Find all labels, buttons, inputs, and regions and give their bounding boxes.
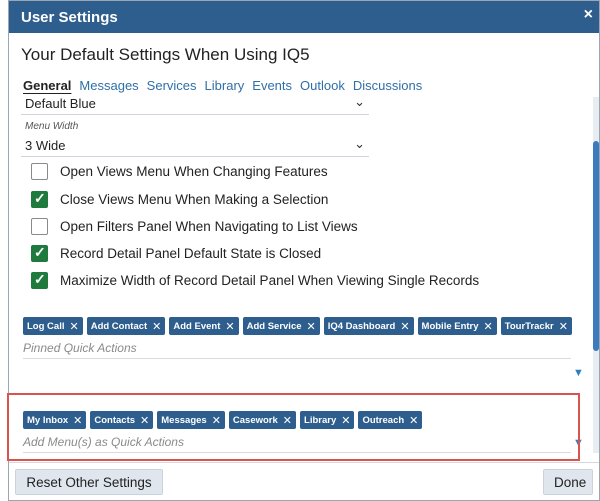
dialog-title: User Settings: [21, 9, 118, 26]
remove-icon[interactable]: ✕: [225, 320, 234, 333]
tab-outlook[interactable]: Outlook: [300, 78, 345, 93]
checkbox-close-views-menu[interactable]: Close Views Menu When Making a Selection: [31, 190, 329, 208]
remove-icon[interactable]: ✕: [69, 320, 78, 333]
checkbox-label: Close Views Menu When Making a Selection: [60, 192, 329, 207]
menu-width-select[interactable]: 3 Wide ⌄: [21, 135, 369, 157]
dialog-titlebar: User Settings ×: [9, 1, 599, 33]
done-button[interactable]: Done: [543, 469, 593, 495]
checkbox-maximize-width[interactable]: Maximize Width of Record Detail Panel Wh…: [31, 271, 480, 289]
tab-messages[interactable]: Messages: [79, 78, 138, 93]
dropdown-triangle-icon[interactable]: ▼: [573, 367, 584, 379]
pinned-chip-list: Log Call ✕ Add Contact ✕ Add Event ✕ Add Se…: [23, 317, 579, 335]
checkbox-open-views-menu[interactable]: Open Views Menu When Changing Features: [31, 163, 328, 180]
checkbox-checked-icon[interactable]: [31, 271, 48, 289]
chip-label: Add Service: [246, 320, 302, 332]
chip: TourTrackr ✕: [500, 317, 572, 335]
checkbox-open-filters-panel[interactable]: Open Filters Panel When Navigating to Li…: [31, 218, 358, 235]
checkbox-label: Maximize Width of Record Detail Panel Wh…: [60, 273, 480, 288]
chip-label: Add Contact: [90, 320, 148, 332]
chip: Add Service ✕: [242, 317, 320, 335]
checkbox-label: Open Views Menu When Changing Features: [60, 164, 328, 179]
pinned-quick-actions-placeholder: Pinned Quick Actions: [23, 341, 137, 355]
chip: IQ4 Dashboard ✕: [323, 317, 414, 335]
theme-select[interactable]: Default Blue ⌄: [21, 95, 369, 115]
tab-general[interactable]: General: [23, 78, 71, 93]
theme-select-value: Default Blue: [25, 96, 96, 111]
tab-services[interactable]: Services: [147, 78, 197, 93]
checkbox-label: Record Detail Panel Default State is Clo…: [60, 246, 322, 261]
checkbox-label: Open Filters Panel When Navigating to Li…: [60, 219, 358, 234]
tab-events[interactable]: Events: [252, 78, 292, 93]
highlight-box: [7, 393, 580, 461]
chevron-down-icon: ⌄: [354, 136, 365, 151]
chip: Mobile Entry ✕: [417, 317, 497, 335]
remove-icon[interactable]: ✕: [484, 320, 493, 333]
chip: Log Call ✕: [23, 317, 83, 335]
remove-icon[interactable]: ✕: [307, 320, 316, 333]
chip-label: Mobile Entry: [421, 320, 479, 332]
menu-width-label: Menu Width: [25, 121, 79, 132]
tab-discussions[interactable]: Discussions: [353, 78, 422, 93]
divider: [23, 358, 571, 359]
chip: Add Event ✕: [169, 317, 239, 335]
checkbox-checked-icon[interactable]: [31, 190, 48, 208]
page-title: Your Default Settings When Using IQ5: [21, 45, 310, 64]
checkbox-checked-icon[interactable]: [31, 244, 48, 262]
checkbox-record-detail-closed[interactable]: Record Detail Panel Default State is Clo…: [31, 244, 322, 262]
chip: Add Contact ✕: [86, 317, 166, 335]
checkbox-icon[interactable]: [31, 218, 48, 235]
reset-other-settings-button[interactable]: Reset Other Settings: [15, 469, 163, 495]
chip-label: Log Call: [27, 320, 65, 332]
tab-library[interactable]: Library: [205, 78, 245, 93]
chip-label: Add Event: [173, 320, 221, 332]
remove-icon[interactable]: ✕: [400, 320, 409, 333]
settings-tabs: General Messages Services Library Events…: [23, 78, 422, 93]
chip-label: TourTrackr: [504, 320, 554, 332]
remove-icon[interactable]: ✕: [152, 320, 161, 333]
dialog-footer: Reset Other Settings Done: [9, 462, 599, 501]
remove-icon[interactable]: ✕: [559, 320, 568, 333]
chevron-down-icon: ⌄: [354, 95, 365, 109]
chip-label: IQ4 Dashboard: [327, 320, 396, 332]
checkbox-icon[interactable]: [31, 163, 48, 180]
pinned-quick-actions-field[interactable]: Log Call ✕ Add Contact ✕ Add Event ✕ Add Se…: [23, 317, 579, 359]
close-icon[interactable]: ×: [584, 6, 593, 24]
scrollbar-thumb[interactable]: [593, 141, 599, 351]
menu-width-value: 3 Wide: [25, 138, 66, 153]
